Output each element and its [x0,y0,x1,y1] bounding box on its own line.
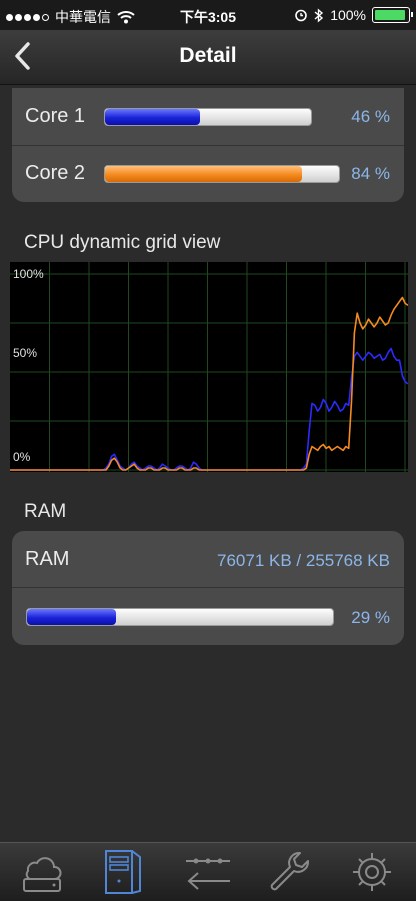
gear-icon[interactable] [348,849,396,895]
cpu-series-line-1 [10,347,408,471]
y-tick-label: 100% [13,267,44,281]
y-tick-label: 50% [13,346,38,360]
core-label: Core 2 [25,162,86,184]
core-label: Core 1 [25,105,86,127]
bluetooth-icon [314,7,324,23]
core-2-progress-fill [105,166,302,182]
status-right: 100% [294,7,413,23]
core-row: Core 2 84 % [12,145,404,202]
divider [12,587,404,588]
cpu-chart-plot [10,262,408,472]
cpu-section-title: CPU dynamic grid view [24,232,221,253]
cpu-chart: 100% 50% 0% [10,262,408,472]
wrench-icon[interactable] [266,849,314,895]
page-title: Detail [179,44,237,67]
cpu-cores-card: Core 1 46 % Core 2 84 % [12,88,404,202]
tab-bar [0,842,416,901]
ram-progress-fill [27,609,116,625]
status-bar: 中華電信 下午3:05 100% [0,0,416,30]
core-1-progress-fill [105,109,200,125]
battery-percent: 100% [330,7,366,23]
cloud-drive-icon[interactable] [18,849,66,895]
y-tick-label: 0% [13,450,31,464]
ram-card: RAM 76071 KB / 255768 KB 29 % [12,531,404,645]
battery-icon [372,7,413,23]
computer-tower-icon[interactable] [98,849,146,895]
ram-percent: 29 % [351,608,390,627]
ram-section-title: RAM [24,501,67,522]
core-percent: 84 % [351,164,390,183]
transfer-arrows-icon[interactable] [184,849,232,895]
core-row: Core 1 46 % [12,88,404,145]
ram-progress-bar [26,608,334,626]
ram-label: RAM [25,548,70,570]
ram-usage-value: 76071 KB / 255768 KB [217,551,390,570]
core-2-progress-bar [104,165,340,183]
core-percent: 46 % [351,107,390,126]
navigation-bar: Detail [0,30,416,85]
alarm-clock-icon [295,9,307,22]
core-1-progress-bar [104,108,312,126]
